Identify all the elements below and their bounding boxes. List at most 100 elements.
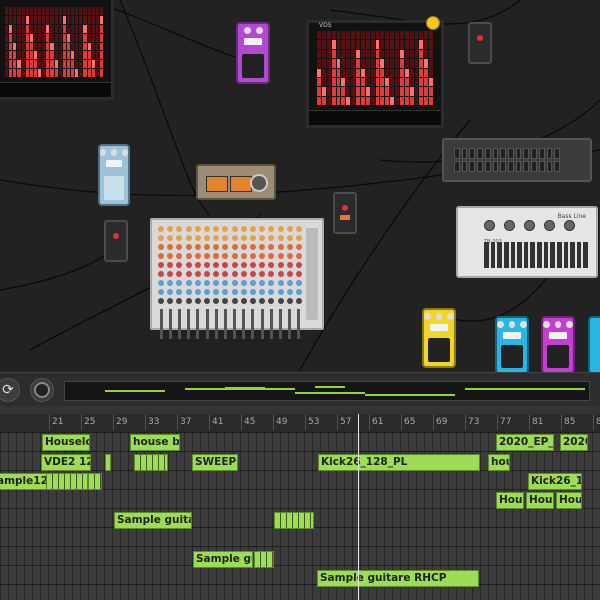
sequencer-rack-1[interactable] xyxy=(0,0,114,100)
ruler-tick: 77 xyxy=(496,414,512,430)
ruler-tick: 49 xyxy=(272,414,288,430)
audio-clip[interactable]: hou xyxy=(488,454,510,471)
ruler-tick: 25 xyxy=(80,414,96,430)
audio-clip[interactable]: Kick26_128_PL xyxy=(318,454,480,471)
audio-clip[interactable]: Hou xyxy=(526,492,554,509)
step-grid xyxy=(317,31,433,105)
audio-clip[interactable]: Hou xyxy=(556,492,582,509)
magenta-pedal[interactable] xyxy=(541,316,575,372)
synth-keys[interactable] xyxy=(484,242,588,268)
synth-knob[interactable] xyxy=(524,220,535,231)
device-rack: VDS Bass Line xyxy=(0,0,600,372)
record-button[interactable] xyxy=(30,378,54,402)
overview-clip xyxy=(105,390,165,392)
pedal-logo xyxy=(106,160,122,167)
overview-clip xyxy=(295,392,365,394)
pedal-logo xyxy=(549,332,567,339)
pedal-logo xyxy=(503,332,521,339)
playhead[interactable] xyxy=(358,414,359,600)
ruler-tick: 85 xyxy=(560,414,576,430)
footswitch[interactable] xyxy=(428,338,450,362)
blue-pedal[interactable] xyxy=(98,144,130,206)
audio-clip[interactable]: Kick26_12 xyxy=(528,473,582,490)
audio-clip[interactable] xyxy=(105,454,111,471)
audio-clip[interactable] xyxy=(134,454,168,471)
song-overview[interactable] xyxy=(64,381,590,401)
footswitch[interactable] xyxy=(547,345,569,368)
audio-clip[interactable]: Hou xyxy=(496,492,524,509)
ruler-tick: 73 xyxy=(464,414,480,430)
utility-box-3[interactable] xyxy=(333,192,357,234)
synth-knob[interactable] xyxy=(544,220,555,231)
ruler-tick: 33 xyxy=(144,414,160,430)
ruler-tick: 21 xyxy=(48,414,64,430)
pedal-logo xyxy=(244,38,262,45)
audio-clip[interactable]: 2020 xyxy=(560,434,588,451)
overview-clip xyxy=(225,387,265,389)
red-led-icon xyxy=(342,205,348,212)
audio-clip[interactable]: house be xyxy=(130,434,180,451)
ruler-tick: 81 xyxy=(528,414,544,430)
orange-button[interactable] xyxy=(340,214,350,220)
synth-knob[interactable] xyxy=(504,220,515,231)
ruler-tick: 69 xyxy=(432,414,448,430)
channel-strips xyxy=(158,226,302,339)
ruler-tick: 65 xyxy=(400,414,416,430)
loop-button[interactable]: ⟳ xyxy=(0,378,20,402)
footswitch[interactable] xyxy=(242,53,264,78)
vu-meter xyxy=(230,176,252,192)
audio-clip[interactable] xyxy=(274,512,314,529)
cyan-pedal-partial[interactable] xyxy=(588,316,600,372)
audio-clip[interactable]: Sample guitar xyxy=(114,512,192,529)
footswitch[interactable] xyxy=(104,175,124,200)
master-section xyxy=(306,228,318,320)
audio-clip[interactable]: VDE2 12 xyxy=(41,454,91,471)
amp-unit[interactable] xyxy=(196,164,276,200)
transport-bar: ⟳ xyxy=(0,372,600,408)
pedal-knobs xyxy=(543,321,574,328)
record-icon xyxy=(34,382,50,398)
audio-clip[interactable] xyxy=(46,473,88,490)
ruler-tick: 41 xyxy=(208,414,224,430)
mixer[interactable] xyxy=(150,218,324,339)
audio-clip[interactable]: Houselo xyxy=(42,434,90,451)
audio-clip[interactable]: Sample guit xyxy=(193,551,253,568)
amp-knob[interactable] xyxy=(250,174,268,192)
cyan-pedal[interactable] xyxy=(495,316,529,372)
vu-meter xyxy=(206,176,228,192)
synth-knob[interactable] xyxy=(484,220,495,231)
synth-brand: Bass Line xyxy=(557,213,586,220)
ruler-tick: 89 xyxy=(592,414,600,430)
overview-clip xyxy=(315,386,345,388)
timeline-ruler[interactable]: 21 25 29 33 37 41 45 49 53 57 61 65 69 73 77 81 85 89 xyxy=(0,414,600,433)
pedal-knobs xyxy=(424,313,455,320)
audio-clip[interactable]: Sample guitare RHCP xyxy=(317,570,479,587)
utility-box-2[interactable] xyxy=(104,220,128,262)
bass-synth[interactable]: Bass Line TB-303 xyxy=(456,206,598,278)
loop-icon: ⟳ xyxy=(2,382,14,398)
sequencer-rack-2[interactable]: VDS xyxy=(306,20,444,128)
overview-clip xyxy=(465,388,585,390)
audio-clip[interactable] xyxy=(254,551,274,568)
ruler-tick: 57 xyxy=(336,414,352,430)
ruler-tick: 53 xyxy=(304,414,320,430)
connector-jack[interactable] xyxy=(426,16,440,30)
pedal-knobs xyxy=(238,27,268,34)
rack-stand xyxy=(0,82,111,97)
ruler-tick: 29 xyxy=(112,414,128,430)
arranger-grid[interactable]: Houselo house be 2020_EP_ 2020 VDE2 12 SWEEP K… xyxy=(0,432,600,600)
audio-clip[interactable] xyxy=(88,473,102,490)
purple-pedal[interactable] xyxy=(236,22,270,84)
footswitch[interactable] xyxy=(501,345,523,368)
device-label: VDS xyxy=(319,22,332,29)
ruler-tick: 45 xyxy=(240,414,256,430)
synth-knob[interactable] xyxy=(564,220,575,231)
utility-box-1[interactable] xyxy=(468,22,492,64)
ruler-bar xyxy=(0,406,600,414)
drum-pads xyxy=(454,148,560,172)
audio-clip[interactable]: 2020_EP_ xyxy=(496,434,554,451)
drum-machine[interactable] xyxy=(442,138,592,182)
pedal-logo xyxy=(430,324,448,331)
audio-clip[interactable]: SWEEP xyxy=(192,454,238,471)
yellow-pedal[interactable] xyxy=(422,308,456,368)
